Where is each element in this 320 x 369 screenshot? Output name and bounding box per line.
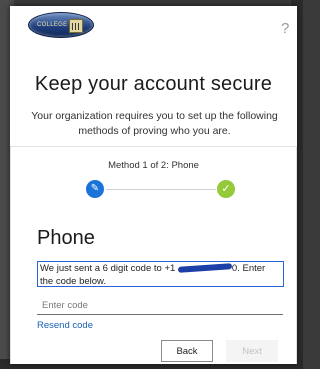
setup-panel: Method 1 of 2: Phone ✎ ✓ Phone We just s…	[10, 146, 297, 364]
next-button[interactable]: Next	[226, 340, 278, 362]
building-icon	[69, 19, 83, 33]
page-subtitle: Your organization requires you to set up…	[31, 110, 278, 137]
method-progress-label: Method 1 of 2: Phone	[108, 160, 199, 171]
help-icon[interactable]: ?	[281, 20, 289, 37]
back-button[interactable]: Back	[161, 340, 213, 362]
logo-text: COLLEGE	[37, 22, 68, 28]
checkmark-icon: ✓	[217, 180, 235, 198]
phone-heading: Phone	[37, 227, 95, 249]
resend-code-link[interactable]: Resend code	[37, 319, 157, 328]
code-sent-message: We just sent a 6 digit code to +1 0. Ent…	[37, 261, 284, 287]
college-logo: COLLEGE	[28, 12, 94, 38]
setup-dialog: COLLEGE ? Keep your account secure Your …	[10, 6, 297, 364]
code-input[interactable]	[37, 297, 283, 315]
code-sent-message-prefix: We just sent a 6 digit code to +1	[40, 263, 178, 274]
redaction-scribble	[177, 263, 233, 274]
pencil-icon: ✎	[86, 180, 104, 198]
page-title: Keep your account secure	[34, 73, 273, 95]
progress-track	[106, 189, 216, 190]
